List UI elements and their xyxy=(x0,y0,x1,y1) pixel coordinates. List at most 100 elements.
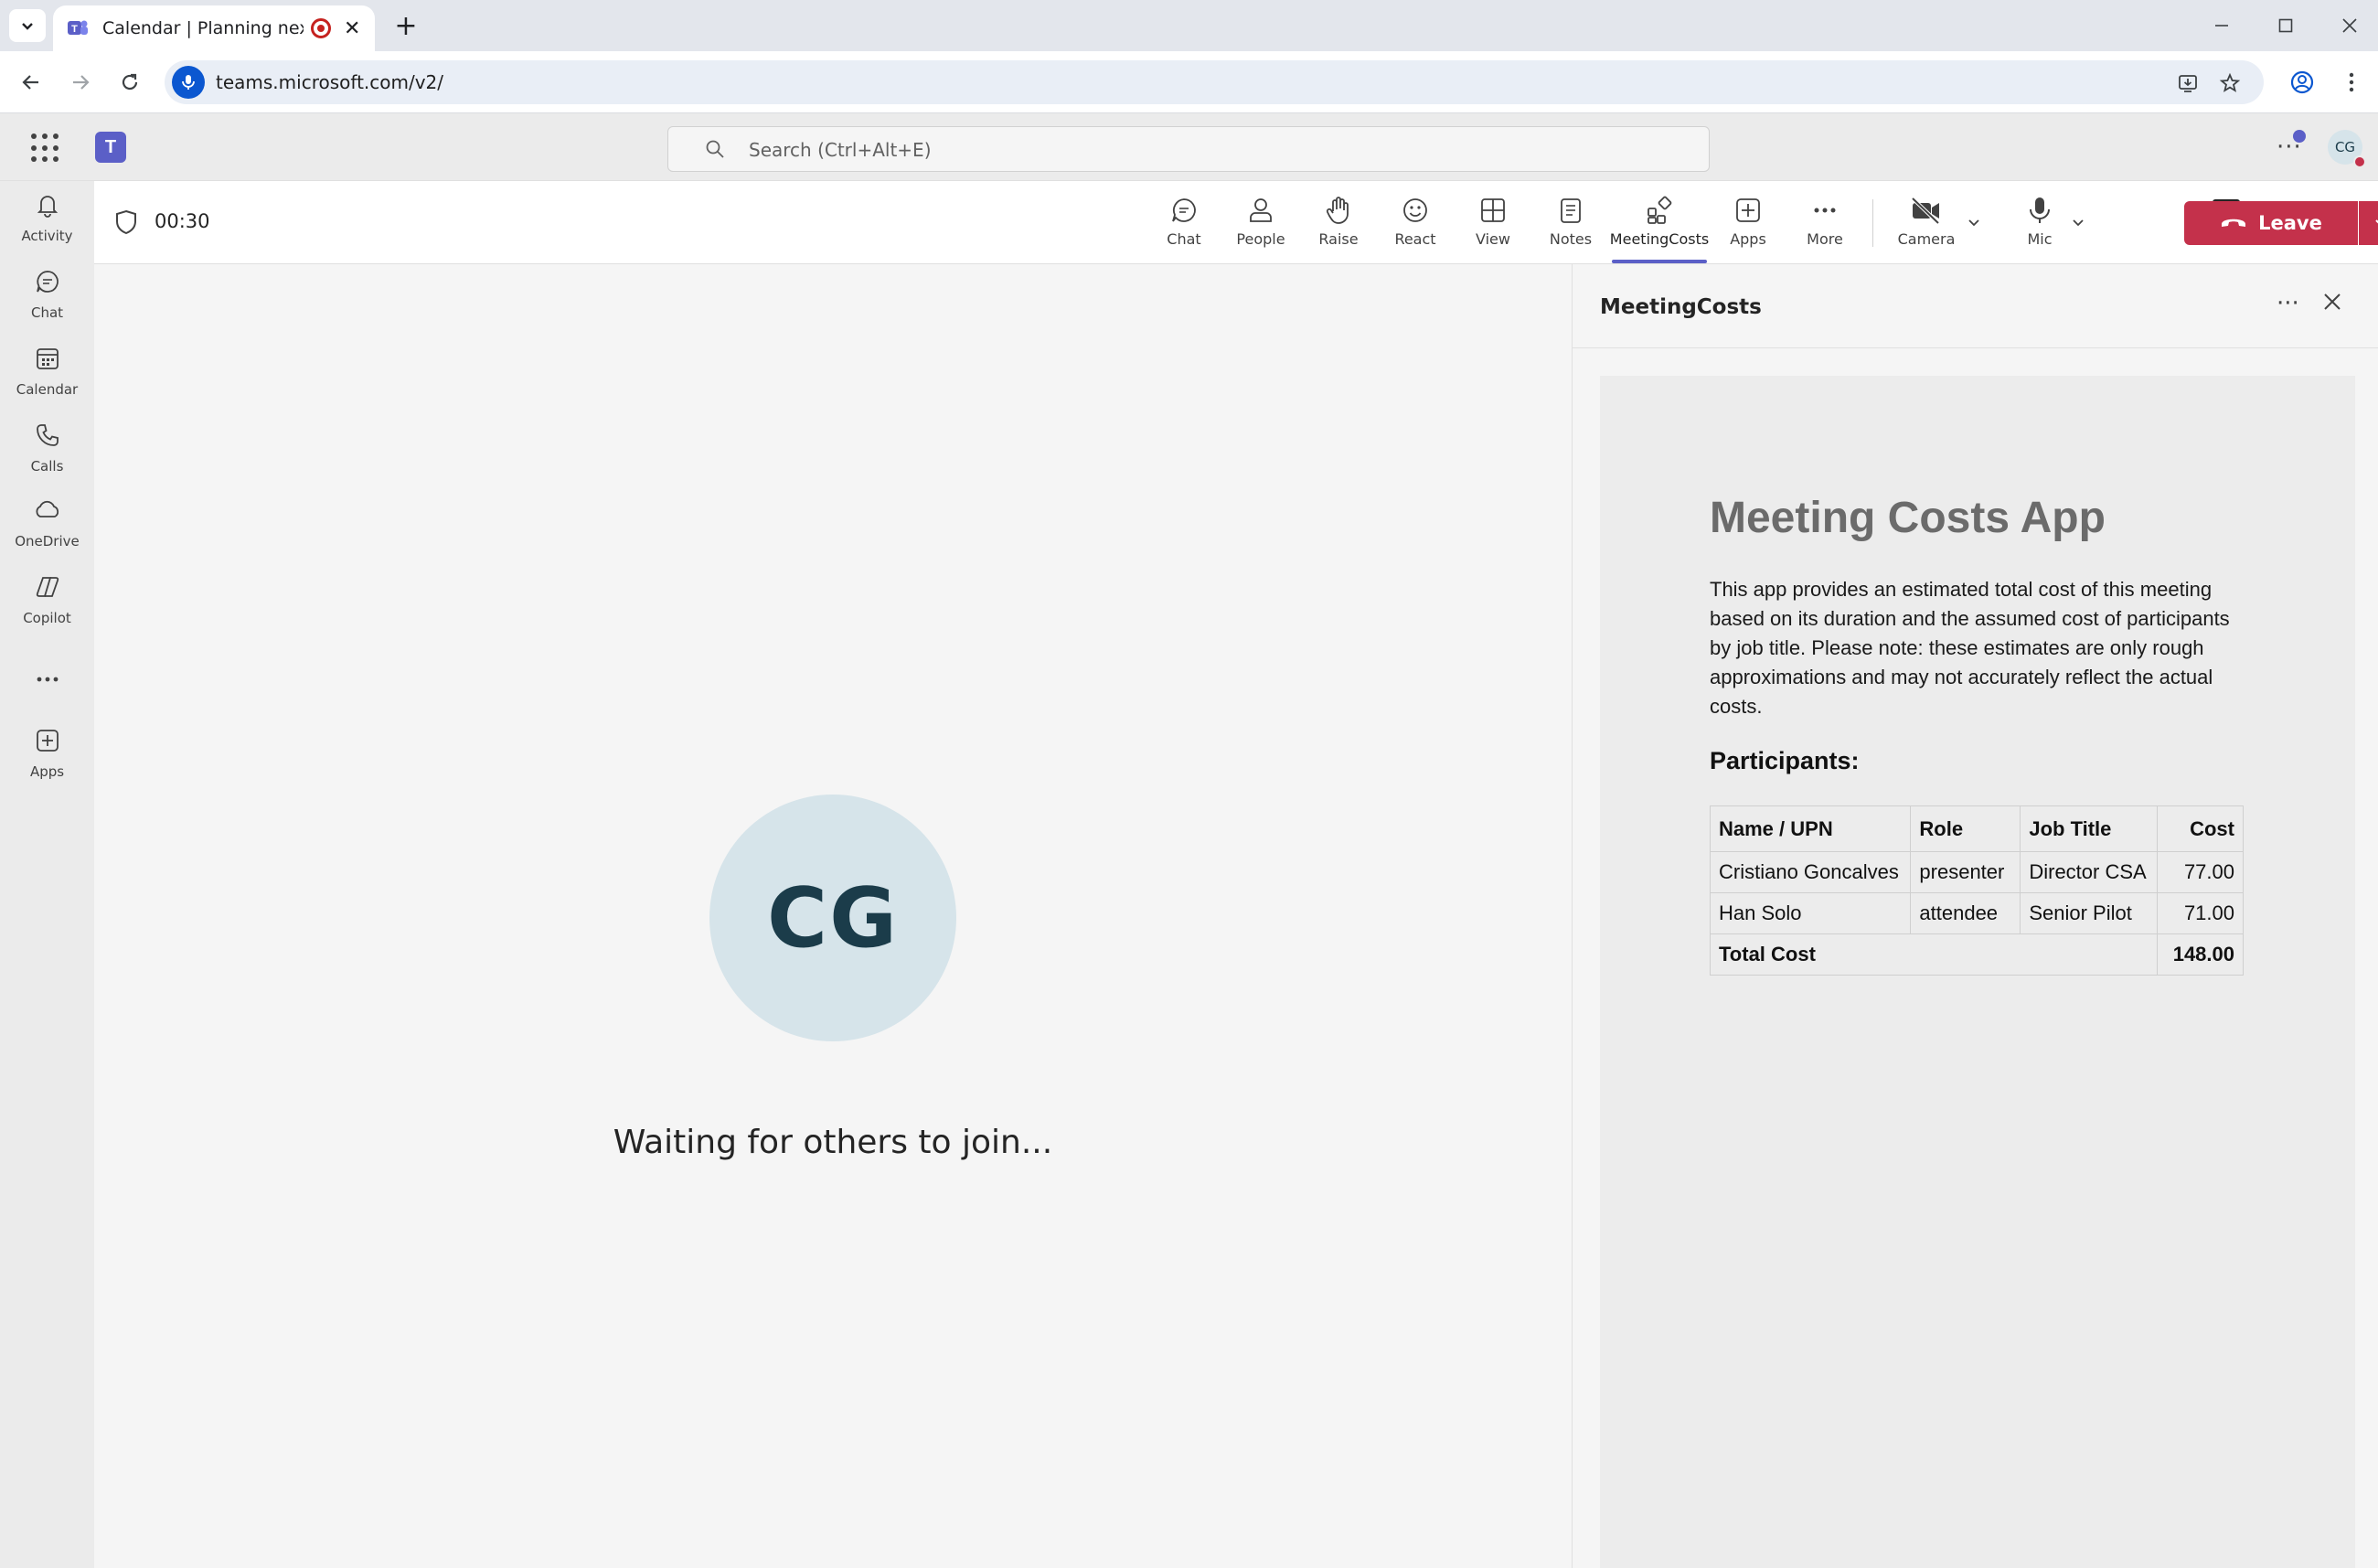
teams-logo-icon: T xyxy=(95,132,126,163)
apps-label: Apps xyxy=(1730,230,1766,248)
column-header-role: Role xyxy=(1910,805,2021,852)
meetingcosts-label: MeetingCosts xyxy=(1609,230,1710,248)
microphone-icon xyxy=(2025,194,2054,227)
grid-view-icon xyxy=(1478,194,1508,227)
mic-label: Mic xyxy=(2027,230,2053,248)
participant-initials: CG xyxy=(767,869,899,966)
participants-table: Name / UPN Role Job Title Cost Cristiano… xyxy=(1709,805,2244,976)
bookmark-star-icon[interactable] xyxy=(2216,69,2244,97)
rail-item-copilot[interactable]: Copilot xyxy=(0,563,94,636)
meetingcosts-button[interactable]: MeetingCosts xyxy=(1609,194,1710,263)
microphone-in-use-icon[interactable] xyxy=(172,66,205,99)
mic-button[interactable]: Mic xyxy=(2012,194,2067,254)
leave-button[interactable]: Leave xyxy=(2184,201,2358,245)
shield-icon[interactable] xyxy=(114,208,138,240)
cell-role: presenter xyxy=(1910,851,2021,893)
raise-label: Raise xyxy=(1318,230,1359,248)
rail-item-chat[interactable]: Chat xyxy=(0,258,94,331)
hang-up-icon xyxy=(2220,212,2247,234)
back-arrow-icon[interactable] xyxy=(13,64,49,101)
table-row: Cristiano Goncalves presenter Director C… xyxy=(1709,851,2244,893)
chat-icon xyxy=(1169,194,1199,227)
camera-off-icon xyxy=(1910,194,1943,227)
raise-hand-icon xyxy=(1324,194,1353,227)
rail-item-onedrive[interactable]: OneDrive xyxy=(0,486,94,560)
calendar-icon xyxy=(34,345,61,376)
install-app-icon[interactable] xyxy=(2174,69,2202,97)
panel-header: MeetingCosts ··· xyxy=(1573,264,2378,348)
user-avatar[interactable]: CG xyxy=(2328,130,2366,168)
rail-more-apps[interactable] xyxy=(0,642,94,715)
search-input[interactable]: Search (Ctrl+Alt+E) xyxy=(667,126,1710,172)
rail-item-activity[interactable]: Activity xyxy=(0,181,94,254)
meetingcosts-panel: MeetingCosts ··· Meeting Costs App This … xyxy=(1572,264,2378,1568)
cell-name: Cristiano Goncalves xyxy=(1709,851,1912,893)
more-icon xyxy=(1810,194,1839,227)
chat-label: Chat xyxy=(1167,230,1201,248)
tab-search-chevron-icon[interactable] xyxy=(9,9,46,42)
toolbar-divider xyxy=(1872,199,1873,247)
leave-options-chevron-icon[interactable] xyxy=(2359,201,2378,245)
browser-tab[interactable]: T Calendar | Planning next flig ✕ xyxy=(53,5,375,51)
participant-avatar: CG xyxy=(709,795,956,1041)
more-icon xyxy=(34,670,61,688)
app-tiles-icon xyxy=(1645,194,1674,227)
rail-item-calls[interactable]: Calls xyxy=(0,411,94,485)
mic-options-chevron-icon[interactable] xyxy=(2068,212,2088,232)
rail-item-apps[interactable]: Apps xyxy=(0,717,94,790)
tab-title: Calendar | Planning next flig xyxy=(102,18,304,38)
bell-icon xyxy=(34,191,61,222)
meeting-timer: 00:30 xyxy=(155,210,210,232)
browser-tab-bar: T Calendar | Planning next flig ✕ + xyxy=(0,0,2378,51)
reload-icon[interactable] xyxy=(112,64,148,101)
search-placeholder: Search (Ctrl+Alt+E) xyxy=(749,139,932,161)
forward-arrow-icon[interactable] xyxy=(62,64,99,101)
cloud-icon xyxy=(33,496,62,528)
react-label: React xyxy=(1394,230,1436,248)
rail-label: Copilot xyxy=(23,610,71,626)
more-label: More xyxy=(1807,230,1843,248)
browser-menu-icon[interactable] xyxy=(2333,64,2370,101)
rail-item-calendar[interactable]: Calendar xyxy=(0,335,94,408)
people-button[interactable]: People xyxy=(1224,194,1297,254)
column-header-name: Name / UPN xyxy=(1709,805,1912,852)
teams-favicon-icon: T xyxy=(66,16,90,40)
cell-name: Han Solo xyxy=(1709,892,1912,934)
svg-text:T: T xyxy=(71,24,78,35)
total-cost-value: 148.00 xyxy=(2157,933,2244,976)
url-omnibox[interactable]: teams.microsoft.com/v2/ xyxy=(165,60,2264,104)
app-rail: Activity Chat Calendar Calls OneDrive Co… xyxy=(0,181,94,1568)
copilot-icon xyxy=(34,573,61,604)
teams-header: T Search (Ctrl+Alt+E) ··· CG xyxy=(0,113,2378,181)
app-description: This app provides an estimated total cos… xyxy=(1710,578,2230,718)
chat-button[interactable]: Chat xyxy=(1153,194,1215,254)
table-row: Han Solo attendee Senior Pilot 71.00 xyxy=(1709,892,2244,934)
add-apps-icon xyxy=(1733,194,1763,227)
panel-close-icon[interactable] xyxy=(2322,292,2342,315)
app-title: Meeting Costs App xyxy=(1710,494,2106,542)
add-apps-icon xyxy=(34,727,61,758)
panel-more-icon[interactable]: ··· xyxy=(2277,290,2299,317)
presence-status-icon xyxy=(2353,155,2366,168)
url-text: teams.microsoft.com/v2/ xyxy=(216,71,444,93)
window-close-icon[interactable] xyxy=(2322,7,2377,44)
camera-options-chevron-icon[interactable] xyxy=(1964,212,1984,232)
view-button[interactable]: View xyxy=(1461,194,1525,254)
search-icon xyxy=(705,139,725,163)
meeting-toolbar: 00:30 Chat People Raise React View Notes xyxy=(94,181,2378,264)
minimize-icon[interactable] xyxy=(2194,7,2249,44)
profile-icon[interactable] xyxy=(2284,64,2320,101)
camera-button[interactable]: Camera xyxy=(1892,194,1961,254)
leave-label: Leave xyxy=(2258,212,2322,234)
apps-button[interactable]: Apps xyxy=(1718,194,1778,254)
new-tab-icon[interactable]: + xyxy=(388,7,424,44)
people-label: People xyxy=(1236,230,1285,248)
total-row: Total Cost 148.00 xyxy=(1709,933,2244,976)
app-launcher-icon[interactable] xyxy=(31,133,60,163)
raise-hand-button[interactable]: Raise xyxy=(1306,194,1370,254)
maximize-icon[interactable] xyxy=(2258,7,2313,44)
notes-button[interactable]: Notes xyxy=(1539,194,1603,254)
tab-close-icon[interactable]: ✕ xyxy=(344,17,360,40)
more-button[interactable]: More xyxy=(1795,194,1855,254)
react-button[interactable]: React xyxy=(1383,194,1447,254)
